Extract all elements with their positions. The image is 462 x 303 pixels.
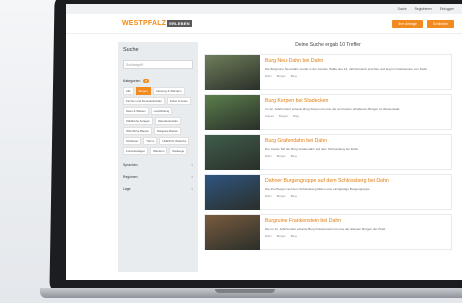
category-tag[interactable]: Camping & Wandern [152,87,185,95]
category-tag[interactable]: Alle [123,87,134,95]
search-sidebar: Suche Suchbegriff Kategorien 8 Alle Burge… [118,42,198,272]
meta-type: Burg [290,194,297,198]
meta-location: Dahn [265,194,272,198]
filter-regions[interactable]: Regionen ▾ [123,175,193,179]
result-title[interactable]: Burg Neu-Dahn bei Dahn [265,58,446,64]
category-tag[interactable]: Türme [143,137,158,145]
result-info: Burgruine Frankenstein bei Dahn Die im 11… [260,215,451,249]
request-button[interactable]: Ihre Anfrage [392,19,423,28]
result-description: Im 12. Jahrhundert erbaute Burg Kerpen i… [265,107,401,111]
meta-type: Burg [290,154,297,158]
result-item[interactable]: Burgruine Frankenstein bei Dahn Die im 11… [204,214,452,250]
category-tags: Alle Burgen Camping & Wandern Kirchen und K… [123,87,193,155]
category-tag[interactable]: Radwege [169,147,188,155]
meta-type: Burg [290,234,297,238]
result-meta: Dahn Burgen Burg [265,234,446,238]
result-thumbnail[interactable] [205,215,260,250]
category-tag[interactable]: Natur & Wasser [123,107,149,115]
meta-location: Dahn [265,154,272,158]
sidebar-title: Suche [123,47,139,53]
result-thumbnail[interactable] [205,95,260,130]
category-tag[interactable]: Landhüttung [150,107,173,115]
category-tag[interactable]: Kirchen und Kunstdenkmäler [123,97,165,105]
category-tag[interactable]: Öffentliche Bauten [123,127,152,135]
topbar-link-login[interactable]: Einloggen [440,7,454,11]
result-info: Burg Neu-Dahn bei Dahn Die Burgruine Neu-… [260,55,451,89]
meta-type: Burg [293,114,299,118]
meta-location: Dahn [265,234,272,238]
result-title[interactable]: Burgruine Frankenstein bei Dahn [265,218,446,224]
topbar: Suche Registrieren Einloggen [66,4,462,14]
meta-category: Burgen [276,234,286,238]
filter-languages[interactable]: Sprachen ▾ [123,163,193,167]
category-tag[interactable]: UNESCO Welterbe [159,137,190,145]
result-description: Die Burgruine Neu-Dahn wurde in der zwei… [265,67,429,71]
result-meta: Kerpen Burgen Burg [265,114,446,118]
chevron-down-icon: ▾ [191,163,193,167]
result-thumbnail[interactable] [205,135,260,170]
result-item[interactable]: Burg Kerpen bei Stadecken Im 12. Jahrhund… [204,94,452,130]
category-tag[interactable]: Religiöse Bauten [153,127,182,135]
result-item[interactable]: Dahner Burgengruppe auf dem Schlossberg … [204,174,452,210]
result-info: Burg Grafendahn bei Dahn Der zweite Teil … [260,135,451,169]
result-item[interactable]: Burg Neu-Dahn bei Dahn Die Burgruine Neu-… [204,54,452,90]
result-info: Dahner Burgengruppe auf dem Schlossberg … [260,175,451,209]
chevron-down-icon: ▾ [191,175,193,179]
site-logo[interactable]: WESTPFALZ ERLEBEN [122,20,192,27]
results-list: Burg Neu-Dahn bei Dahn Die Burgruine Neu-… [204,54,452,250]
category-tag[interactable]: Städtische Anlagen [123,117,153,125]
result-thumbnail[interactable] [205,175,260,210]
category-tag[interactable]: Burgen [135,87,151,95]
result-description: Die drei Burgen auf dem Schlossberg bild… [265,187,371,191]
category-tag[interactable]: Kultur & Feste [166,97,191,105]
categories-count-badge: 8 [143,79,150,83]
category-tag[interactable]: Wandern [150,147,168,155]
result-meta: Dahn Burgen Burg [265,74,446,78]
page-content: Suche Suchbegriff Kategorien 8 Alle Burge… [66,34,462,272]
search-input[interactable]: Suchbegriff [123,60,193,69]
result-item[interactable]: Burg Grafendahn bei Dahn Der zweite Teil … [204,134,452,170]
category-tag[interactable]: Freizeitanlagen [123,147,149,155]
meta-location: Kerpen [265,114,275,118]
meta-category: Burgen [276,74,286,78]
close-button[interactable]: Schließen [426,19,454,28]
result-title[interactable]: Dahner Burgengruppe auf dem Schlossberg … [265,178,446,184]
result-info: Burg Kerpen bei Stadecken Im 12. Jahrhund… [260,95,451,129]
result-meta: Dahn Burgen Burg [265,194,446,198]
meta-category: Burgen [279,114,289,118]
meta-type: Burg [290,74,297,78]
result-meta: Dahn Burgen Burg [265,154,446,158]
laptop-notch [215,289,275,293]
results-main: Deine Suche ergab 10 Treffer Burg Neu-Da… [204,42,452,272]
categories-header[interactable]: Kategorien 8 [123,79,193,83]
meta-location: Dahn [265,74,272,78]
result-description: Der zweite Teil der Burg Grafendahn auf … [265,147,360,151]
category-tag[interactable]: Schlösser [123,137,142,145]
filter-location[interactable]: Lage ▾ [123,187,193,191]
result-title[interactable]: Burg Kerpen bei Stadecken [265,98,446,104]
meta-category: Burgen [276,154,286,158]
site-header: WESTPFALZ ERLEBEN Ihre Anfrage Schließen [66,14,462,34]
header-buttons: Ihre Anfrage Schließen [392,19,454,28]
result-thumbnail[interactable] [205,55,260,90]
topbar-link-register[interactable]: Registrieren [415,7,432,11]
meta-category: Burgen [276,194,286,198]
result-description: Die im 11. Jahrhundert erbaute Burg Fran… [265,227,387,231]
results-heading: Deine Suche ergab 10 Treffer [295,42,361,48]
result-title[interactable]: Burg Grafendahn bei Dahn [265,138,446,144]
scene: Suche Registrieren Einloggen WESTPFALZ E… [0,0,462,303]
category-tag[interactable]: Naturdenkmäler [154,117,181,125]
screen: Suche Registrieren Einloggen WESTPFALZ E… [66,4,462,280]
chevron-down-icon: ▾ [191,187,193,191]
topbar-link-search[interactable]: Suche [398,7,407,11]
